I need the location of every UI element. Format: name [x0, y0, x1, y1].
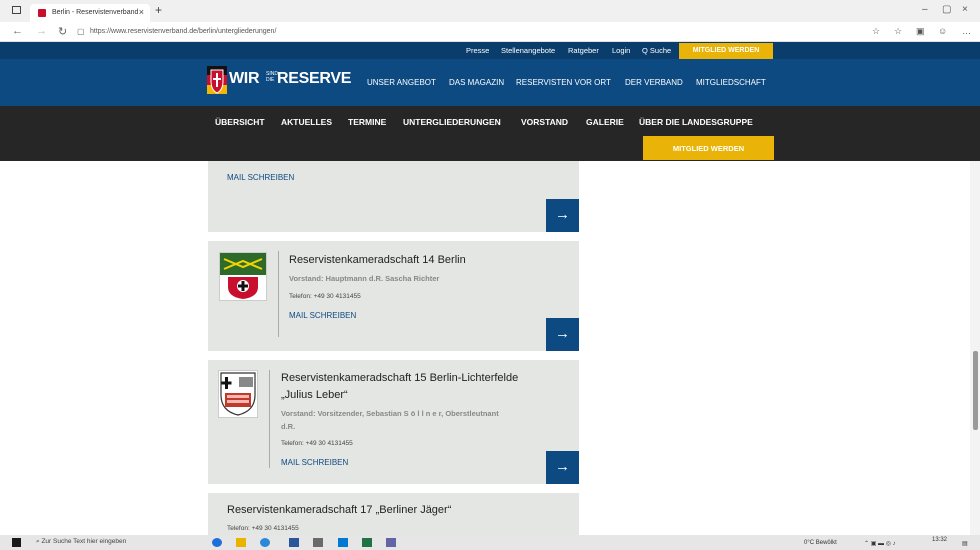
- rk15-emblem-icon: [218, 370, 258, 418]
- edge-icon[interactable]: [212, 538, 222, 547]
- card-title: Reservistenkameradschaft 17 „Berliner Jä…: [227, 504, 452, 516]
- excel-icon[interactable]: [362, 538, 372, 547]
- arrow-right-icon[interactable]: →: [546, 451, 579, 484]
- site-top-nav: [0, 42, 980, 59]
- browser-tab[interactable]: Berlin - Reservistenverband ×: [30, 4, 150, 22]
- address-bar-row: ← → ↻ ▢ https://www.reservistenverband.d…: [0, 22, 980, 42]
- list-item: Reservistenkameradschaft 14 Berlin Vorst…: [208, 241, 579, 351]
- profile-icon[interactable]: ☺: [938, 26, 947, 36]
- subnav-ueber-die-landesgruppe[interactable]: ÜBER DIE LANDESGRUPPE: [639, 117, 753, 127]
- notifications-icon[interactable]: ▤: [962, 540, 968, 547]
- card-title-line1: Reservistenkameradschaft 15 Berlin-Licht…: [281, 372, 519, 384]
- topnav-stellenangebote[interactable]: Stellenangebote: [501, 46, 555, 55]
- arrow-right-icon[interactable]: →: [546, 318, 579, 351]
- new-tab-button[interactable]: +: [155, 3, 162, 17]
- section-sub-nav: [0, 106, 980, 161]
- mainnav-das-magazin[interactable]: DAS MAGAZIN: [449, 78, 504, 87]
- mainnav-mitgliedschaft[interactable]: MITGLIEDSCHAFT: [696, 78, 766, 87]
- collections-icon[interactable]: ▣: [916, 26, 925, 37]
- logo-emblem-icon[interactable]: [207, 66, 227, 94]
- mitglied-werden-top-button[interactable]: MITGLIED WERDEN: [679, 43, 773, 59]
- subnav-galerie[interactable]: GALERIE: [586, 117, 624, 127]
- rk14-emblem-icon: [219, 252, 267, 301]
- chrome-icon[interactable]: [260, 538, 270, 547]
- scrollbar-thumb[interactable]: [973, 351, 978, 430]
- subnav-uebersicht[interactable]: ÜBERSICHT: [215, 117, 265, 127]
- tab-actions-icon[interactable]: [12, 6, 21, 14]
- mainnav-der-verband[interactable]: DER VERBAND: [625, 78, 683, 87]
- reload-icon[interactable]: ↻: [58, 25, 67, 38]
- card-telefon: Telefon: +49 30 4131455: [289, 293, 361, 300]
- close-window-button[interactable]: ×: [962, 4, 968, 15]
- read-aloud-icon[interactable]: ☆: [872, 26, 880, 37]
- logo-reserve[interactable]: RESERVE: [277, 70, 351, 88]
- more-menu-icon[interactable]: …: [962, 26, 971, 36]
- divider: [269, 370, 270, 468]
- teams-icon[interactable]: [386, 538, 396, 547]
- subnav-vorstand[interactable]: VORSTAND: [521, 117, 568, 127]
- mainnav-unser-angebot[interactable]: UNSER ANGEBOT: [367, 78, 436, 87]
- maximize-button[interactable]: ▢: [942, 4, 951, 15]
- browser-titlebar: Berlin - Reservistenverband × + – ▢ ×: [0, 0, 980, 22]
- subnav-aktuelles[interactable]: AKTUELLES: [281, 117, 332, 127]
- card-vorstand: Vorstand: Hauptmann d.R. Sascha Richter: [289, 274, 440, 283]
- subnav-untergliederungen[interactable]: UNTERGLIEDERUNGEN: [403, 117, 501, 127]
- list-item: MAIL SCHREIBEN →: [208, 161, 579, 232]
- mainnav-reservisten-vor-ort[interactable]: RESERVISTEN VOR ORT: [516, 78, 611, 87]
- list-item: Reservistenkameradschaft 17 „Berliner Jä…: [208, 493, 579, 535]
- topnav-ratgeber[interactable]: Ratgeber: [568, 46, 599, 55]
- card-title: Reservistenkameradschaft 14 Berlin: [289, 254, 466, 266]
- card-telefon: Telefon: +49 30 4131455: [227, 525, 299, 532]
- favicon-icon: [38, 9, 46, 17]
- logo-wir[interactable]: WIR: [229, 70, 260, 88]
- favorites-icon[interactable]: ☆: [894, 26, 902, 37]
- site-info-icon[interactable]: ▢: [77, 27, 85, 36]
- forward-icon[interactable]: →: [36, 25, 47, 37]
- system-tray-icons[interactable]: ⌃ ▣ ▬ ◎ ♪: [864, 540, 896, 547]
- mail-link[interactable]: MAIL SCHREIBEN: [281, 458, 348, 467]
- page-scrollbar[interactable]: [970, 161, 980, 535]
- mail-link[interactable]: MAIL SCHREIBEN: [289, 311, 356, 320]
- topnav-search[interactable]: Q Suche: [642, 46, 671, 55]
- url-field[interactable]: https://www.reservistenverband.de/berlin…: [90, 28, 276, 35]
- taskbar-search-input[interactable]: ⌕ Zur Suche Text hier eingeben: [36, 538, 126, 546]
- arrow-right-icon[interactable]: →: [546, 199, 579, 232]
- divider: [278, 251, 279, 337]
- outlook-icon[interactable]: [338, 538, 348, 547]
- tab-title: Berlin - Reservistenverband: [52, 9, 139, 16]
- card-telefon: Telefon: +49 30 4131455: [281, 440, 353, 447]
- topnav-login[interactable]: Login: [612, 46, 630, 55]
- minimize-button[interactable]: –: [922, 4, 928, 15]
- word-icon[interactable]: [289, 538, 299, 547]
- card-vorstand-line2: d.R.: [281, 422, 296, 431]
- topnav-presse[interactable]: Presse: [466, 46, 489, 55]
- back-icon[interactable]: ←: [12, 25, 23, 37]
- mail-link[interactable]: MAIL SCHREIBEN: [227, 173, 294, 182]
- file-explorer-icon[interactable]: [236, 538, 246, 547]
- clock[interactable]: 13:32: [932, 537, 947, 543]
- app-icon[interactable]: [313, 538, 323, 547]
- tab-close-icon[interactable]: ×: [139, 7, 144, 17]
- list-item: Reservistenkameradschaft 15 Berlin-Licht…: [208, 360, 579, 484]
- card-title-line2: „Julius Leber“: [281, 389, 348, 401]
- windows-start-icon[interactable]: [12, 538, 21, 547]
- card-vorstand-line1: Vorstand: Vorsitzender, Sebastian S ö l …: [281, 409, 499, 418]
- weather-widget[interactable]: 0°C Bewölkt: [804, 540, 837, 546]
- subnav-termine[interactable]: TERMINE: [348, 117, 386, 127]
- mitglied-werden-sub-button[interactable]: MITGLIED WERDEN: [643, 136, 774, 160]
